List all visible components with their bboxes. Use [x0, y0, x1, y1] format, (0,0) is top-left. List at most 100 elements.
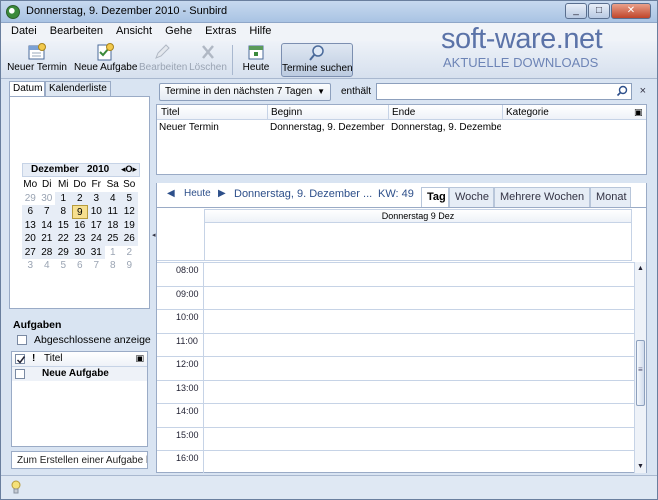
- scroll-down-icon[interactable]: ▼: [637, 463, 644, 470]
- minimonth-month[interactable]: Dezember: [31, 164, 79, 175]
- minimonth-day[interactable]: 18: [104, 218, 121, 232]
- next-day-icon[interactable]: ▶: [218, 188, 226, 199]
- minimonth-day[interactable]: 7: [88, 259, 105, 273]
- menu-extras[interactable]: Extras: [199, 23, 240, 37]
- hour-row[interactable]: 14:00: [157, 403, 634, 427]
- new-event-button[interactable]: Neuer Termin: [7, 43, 67, 77]
- minimonth-day[interactable]: 16: [71, 218, 88, 232]
- time-grid[interactable]: 08:00 09:00 10:00 11:00 12:00 13:00 14:00 15:00…: [157, 262, 634, 473]
- hour-row[interactable]: 13:00: [157, 379, 634, 404]
- menu-datei[interactable]: Datei: [1, 23, 41, 37]
- event-range-select[interactable]: Termine in den nächsten 7 Tagen ▼: [159, 83, 331, 101]
- day-header[interactable]: Donnerstag 9 Dez: [204, 209, 632, 223]
- hour-row[interactable]: 16:00: [157, 450, 634, 473]
- new-task-button[interactable]: Neue Aufgabe: [74, 43, 137, 77]
- scrollbar-thumb[interactable]: [636, 340, 645, 406]
- minimonth-day[interactable]: 5: [121, 191, 138, 205]
- previous-day-icon[interactable]: ◀: [167, 188, 175, 199]
- minimonth-day[interactable]: 2: [71, 191, 88, 205]
- delete-button[interactable]: Löschen: [189, 43, 227, 77]
- menu-ansicht[interactable]: Ansicht: [110, 23, 156, 37]
- minimonth-day[interactable]: 20: [22, 232, 39, 246]
- find-events-button[interactable]: Termine suchen: [281, 43, 353, 77]
- close-filter-icon[interactable]: ×: [640, 85, 646, 97]
- left-splitter[interactable]: [9, 310, 150, 317]
- menu-gehe[interactable]: Gehe: [159, 23, 196, 37]
- tab-month[interactable]: Monat: [590, 187, 631, 207]
- minimonth-day[interactable]: 31: [88, 245, 105, 259]
- minimonth-day[interactable]: 4: [104, 191, 121, 205]
- minimonth-day[interactable]: 24: [88, 232, 105, 246]
- column-title[interactable]: Titel: [161, 107, 180, 118]
- minimonth-day[interactable]: 26: [121, 232, 138, 246]
- minimonth-year[interactable]: 2010: [87, 164, 109, 175]
- hour-row[interactable]: 12:00: [157, 356, 634, 380]
- minimonth-day[interactable]: 17: [88, 218, 105, 232]
- minimonth-day[interactable]: 30: [71, 245, 88, 259]
- column-picker-icon[interactable]: ▣: [634, 107, 643, 118]
- show-completed-toggle[interactable]: Abgeschlossene anzeigen: [17, 334, 157, 346]
- minimonth-today[interactable]: 9: [71, 205, 88, 219]
- close-button[interactable]: ✕: [611, 3, 651, 19]
- hour-row[interactable]: 08:00: [157, 262, 634, 286]
- list-splitter[interactable]: [156, 175, 647, 183]
- hour-row[interactable]: 15:00: [157, 426, 634, 451]
- minimonth-day[interactable]: 30: [39, 192, 56, 206]
- minimonth-day[interactable]: 4: [39, 259, 56, 273]
- minimonth-day[interactable]: 21: [38, 232, 55, 246]
- minimonth-nav[interactable]: ◂O▸: [121, 164, 137, 175]
- title-column-header[interactable]: Titel: [44, 353, 63, 364]
- scroll-up-icon[interactable]: ▲: [637, 265, 644, 272]
- title-bar[interactable]: Donnerstag, 9. Dezember 2010 - Sunbird _…: [1, 1, 657, 23]
- minimonth-day[interactable]: 8: [105, 259, 122, 273]
- tab-week[interactable]: Woche: [449, 187, 494, 207]
- minimonth-day[interactable]: 7: [38, 205, 55, 219]
- column-start[interactable]: Beginn: [271, 107, 302, 118]
- column-category[interactable]: Kategorie: [506, 107, 549, 118]
- hour-row[interactable]: 11:00: [157, 332, 634, 357]
- minimonth-day[interactable]: 3: [88, 191, 105, 205]
- minimonth-day[interactable]: 15: [55, 218, 72, 232]
- minimonth-day[interactable]: 6: [72, 259, 89, 273]
- minimonth-day[interactable]: 9: [121, 259, 138, 273]
- minimonth-day[interactable]: 25: [104, 232, 121, 246]
- today-button[interactable]: Heute: [239, 43, 273, 77]
- tab-kalenderliste[interactable]: Kalenderliste: [45, 81, 111, 96]
- minimonth-day[interactable]: 1: [105, 246, 122, 260]
- minimonth-day[interactable]: 14: [38, 218, 55, 232]
- minimonth-day[interactable]: 22: [55, 232, 72, 246]
- minimonth-day[interactable]: 11: [104, 205, 121, 219]
- task-complete-checkbox[interactable]: [15, 369, 25, 379]
- tab-multiweek[interactable]: Mehrere Wochen: [494, 187, 590, 207]
- minimonth-day[interactable]: 12: [121, 205, 138, 219]
- minimonth-day[interactable]: 28: [38, 245, 55, 259]
- menu-bearbeiten[interactable]: Bearbeiten: [44, 23, 107, 37]
- column-end[interactable]: Ende: [392, 107, 415, 118]
- day-view-scrollbar[interactable]: ▲ ▼: [634, 262, 646, 473]
- minimonth-day[interactable]: 27: [22, 245, 39, 259]
- minimonth-day[interactable]: 19: [121, 218, 138, 232]
- minimize-button[interactable]: _: [565, 3, 587, 19]
- column-picker-icon[interactable]: ▣: [135, 353, 144, 364]
- tab-day[interactable]: Tag: [421, 187, 449, 207]
- search-input[interactable]: [376, 83, 632, 100]
- minimonth-day[interactable]: 29: [22, 192, 39, 206]
- new-task-field[interactable]: Zum Erstellen einer Aufgabe hi: [11, 451, 148, 469]
- hour-row[interactable]: 10:00: [157, 309, 634, 333]
- priority-column-header[interactable]: !: [32, 353, 35, 364]
- minimonth-day[interactable]: 13: [22, 218, 39, 232]
- minimonth-day[interactable]: 1: [55, 191, 72, 205]
- maximize-button[interactable]: □: [588, 3, 610, 19]
- minimonth-day[interactable]: 2: [121, 246, 138, 260]
- search-icon[interactable]: [616, 85, 628, 97]
- tab-datum[interactable]: Datum: [9, 81, 45, 96]
- minimonth-day[interactable]: 8: [55, 205, 72, 219]
- menu-hilfe[interactable]: Hilfe: [243, 23, 275, 37]
- hour-row[interactable]: 09:00: [157, 285, 634, 310]
- minimonth-day[interactable]: 5: [55, 259, 72, 273]
- show-completed-checkbox[interactable]: [17, 335, 27, 346]
- minimonth-day[interactable]: 3: [22, 259, 39, 273]
- all-day-area[interactable]: [204, 223, 632, 261]
- minimonth-day[interactable]: 6: [22, 205, 39, 219]
- minimonth-day[interactable]: 23: [71, 232, 88, 246]
